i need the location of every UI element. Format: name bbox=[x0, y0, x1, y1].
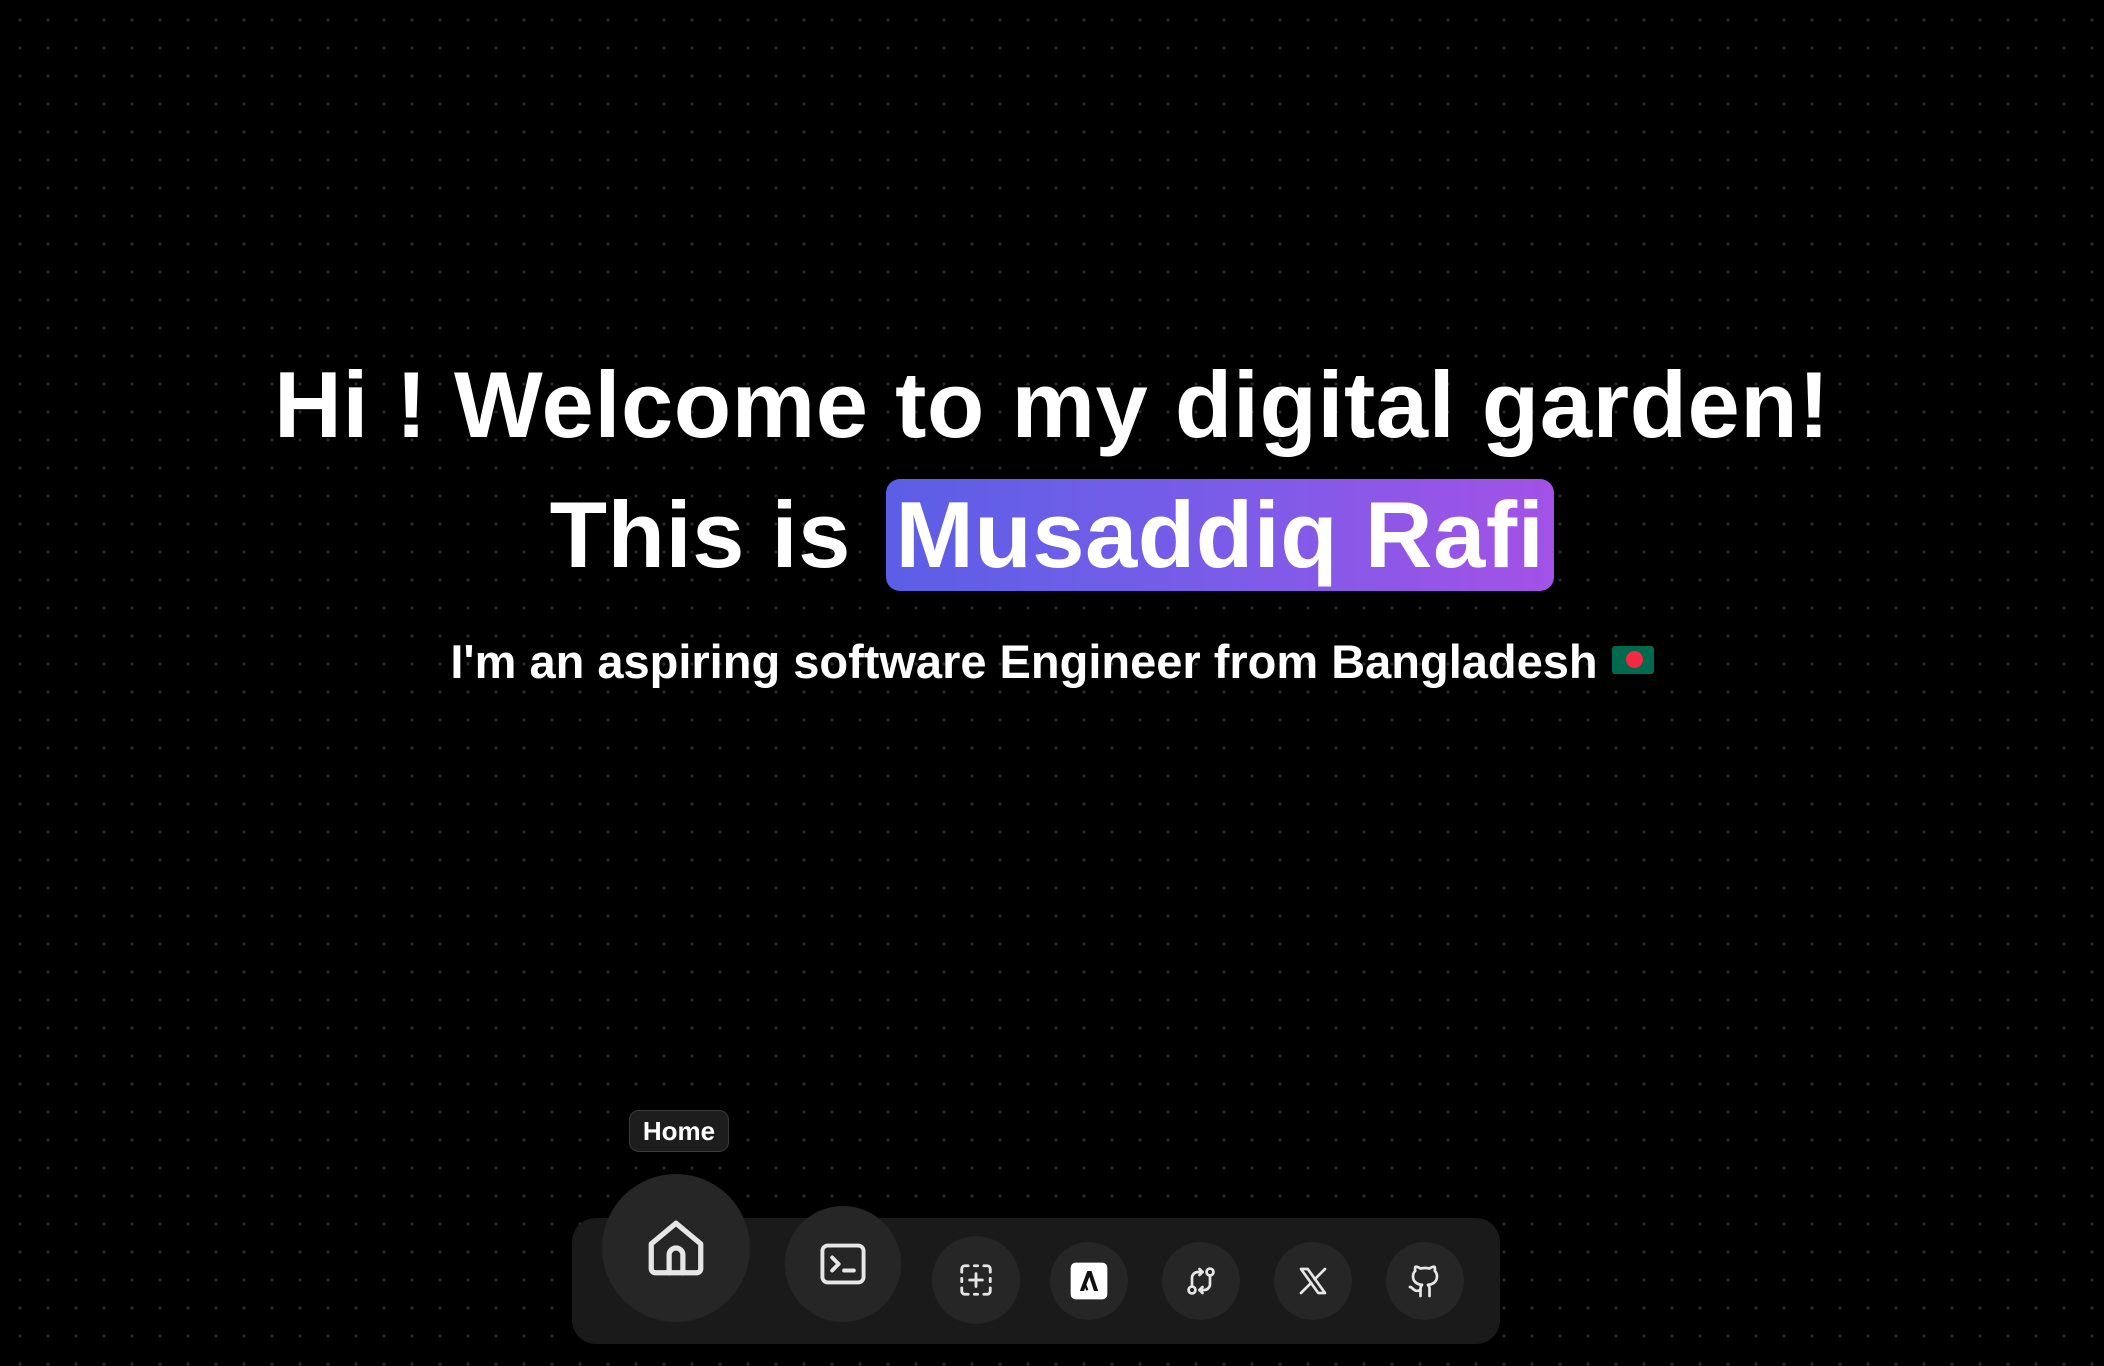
dock-github-button[interactable] bbox=[1386, 1242, 1464, 1320]
dock bbox=[572, 1174, 1500, 1344]
dock-terminal-button[interactable] bbox=[785, 1206, 901, 1322]
dock-tooltip: Home bbox=[629, 1110, 729, 1152]
hero-section: Hi ! Welcome to my digital garden! This … bbox=[0, 340, 2104, 689]
x-twitter-icon bbox=[1299, 1267, 1327, 1295]
hashnode-icon bbox=[1070, 1262, 1108, 1300]
dock-git-compare-button[interactable] bbox=[1162, 1242, 1240, 1320]
terminal-icon bbox=[820, 1243, 866, 1285]
dock-hashnode-button[interactable] bbox=[1050, 1242, 1128, 1320]
home-icon bbox=[648, 1220, 704, 1276]
subtitle-text: I'm an aspiring software Engineer from B… bbox=[450, 635, 1598, 688]
dock-x-button[interactable] bbox=[1274, 1242, 1352, 1320]
hero-subtitle: I'm an aspiring software Engineer from B… bbox=[0, 634, 2104, 689]
github-icon bbox=[1408, 1265, 1439, 1298]
hero-heading: Hi ! Welcome to my digital garden! This … bbox=[0, 340, 2104, 600]
dock-home-button[interactable] bbox=[602, 1174, 750, 1322]
git-compare-icon bbox=[1187, 1267, 1215, 1295]
focus-plus-icon bbox=[960, 1264, 992, 1296]
bangladesh-flag-icon bbox=[1611, 646, 1654, 674]
hero-line-2-prefix: This is bbox=[549, 482, 851, 587]
hero-line-1: Hi ! Welcome to my digital garden! bbox=[273, 352, 1831, 457]
name-highlight: Musaddiq Rafi bbox=[885, 479, 1555, 591]
dock-focus-button[interactable] bbox=[932, 1236, 1020, 1324]
